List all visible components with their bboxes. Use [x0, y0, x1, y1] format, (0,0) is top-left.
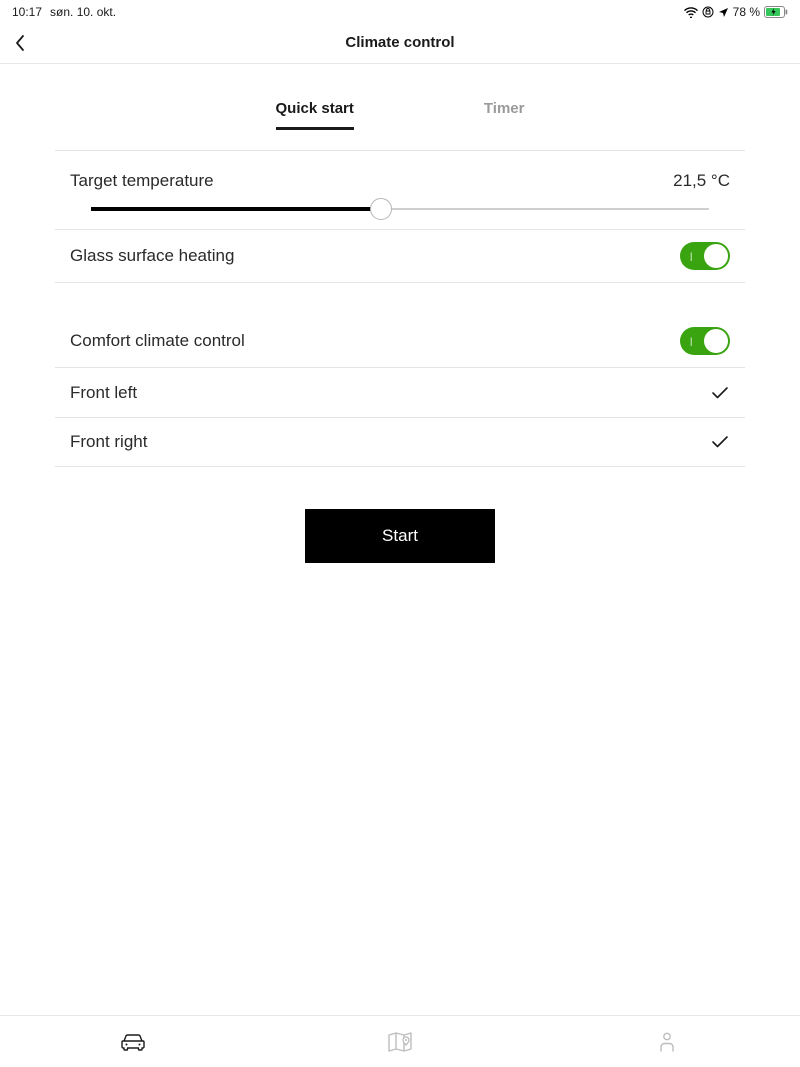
- comfort-climate-row: Comfort climate control |: [55, 315, 745, 367]
- toggle-on-indicator: |: [690, 251, 692, 261]
- checkmark-icon: [710, 432, 730, 452]
- tab-quick-start[interactable]: Quick start: [276, 100, 354, 130]
- nav-profile[interactable]: [637, 1022, 697, 1062]
- target-temperature-row: Target temperature 21,5 °C: [55, 151, 745, 199]
- map-pin-icon: [387, 1031, 413, 1053]
- back-button[interactable]: [14, 34, 26, 52]
- wifi-icon: [684, 7, 698, 18]
- glass-heating-row: Glass surface heating |: [55, 229, 745, 283]
- target-temperature-label: Target temperature: [70, 171, 214, 191]
- tabs: Quick start Timer: [0, 100, 800, 130]
- car-icon: [120, 1033, 146, 1051]
- front-right-row[interactable]: Front right: [55, 417, 745, 467]
- toggle-on-indicator: |: [690, 336, 692, 346]
- status-bar: 10:17 søn. 10. okt. 78 %: [0, 0, 800, 22]
- glass-heating-toggle[interactable]: |: [680, 242, 730, 270]
- toggle-knob: [704, 329, 728, 353]
- bottom-nav: [0, 1015, 800, 1067]
- comfort-climate-label: Comfort climate control: [70, 331, 245, 351]
- start-button[interactable]: Start: [305, 509, 495, 563]
- status-bar-right: 78 %: [684, 5, 788, 19]
- slider-thumb[interactable]: [370, 198, 392, 220]
- location-icon: [718, 7, 729, 18]
- front-left-row[interactable]: Front left: [55, 367, 745, 417]
- section-gap: [55, 283, 745, 315]
- front-left-label: Front left: [70, 383, 137, 403]
- front-right-label: Front right: [70, 432, 147, 452]
- checkmark-icon: [710, 383, 730, 403]
- user-icon: [659, 1032, 675, 1052]
- status-time: 10:17: [12, 5, 42, 19]
- comfort-climate-toggle[interactable]: |: [680, 327, 730, 355]
- page-title: Climate control: [0, 34, 800, 51]
- chevron-left-icon: [14, 34, 26, 52]
- slider-track-fill: [91, 207, 381, 211]
- target-temperature-value: 21,5 °C: [673, 171, 730, 191]
- nav-vehicle[interactable]: [103, 1022, 163, 1062]
- status-date: søn. 10. okt.: [50, 5, 116, 19]
- content-area: Target temperature 21,5 °C Glass surface…: [55, 150, 745, 563]
- toggle-knob: [704, 244, 728, 268]
- nav-map[interactable]: [370, 1022, 430, 1062]
- battery-percent: 78 %: [733, 5, 760, 19]
- status-bar-left: 10:17 søn. 10. okt.: [12, 5, 116, 19]
- tab-timer[interactable]: Timer: [484, 100, 525, 130]
- glass-heating-label: Glass surface heating: [70, 246, 234, 266]
- rotation-lock-icon: [702, 6, 714, 18]
- temperature-slider[interactable]: [55, 199, 745, 229]
- battery-icon: [764, 6, 788, 18]
- app-header: Climate control: [0, 22, 800, 64]
